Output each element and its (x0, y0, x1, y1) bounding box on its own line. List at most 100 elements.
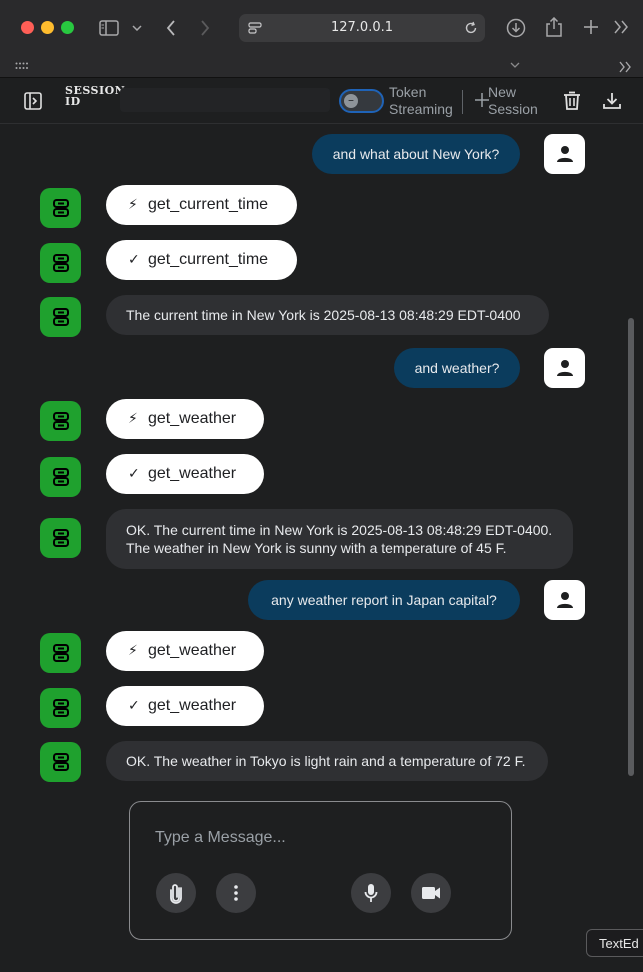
robot-icon (52, 468, 69, 486)
bot-avatar (40, 243, 81, 283)
microphone-button[interactable] (351, 873, 391, 913)
bot-avatar (40, 401, 81, 441)
message-text: OK. The current time in New York is 2025… (126, 522, 553, 556)
bot-avatar (40, 457, 81, 497)
microphone-icon (364, 884, 378, 902)
robot-icon (52, 412, 69, 430)
message-text: The current time in New York is 2025-08-… (126, 307, 521, 323)
user-avatar (544, 134, 585, 174)
robot-icon (52, 644, 69, 662)
more-options-button[interactable] (216, 873, 256, 913)
tool-call-bubble[interactable]: ⚡︎ get_weather (106, 399, 264, 439)
user-message-bubble: and what about New York? (312, 134, 520, 174)
share-icon[interactable] (543, 16, 565, 38)
bolt-icon: ⚡︎ (128, 197, 138, 213)
tool-result-bubble[interactable]: ✓ get_weather (106, 454, 264, 494)
message-text: get_weather (148, 465, 237, 482)
person-icon (556, 146, 573, 162)
forward-icon[interactable] (196, 18, 214, 38)
message-text: any weather report in Japan capital? (271, 592, 497, 608)
bot-avatar (40, 688, 81, 728)
message-text: get_current_time (148, 251, 269, 268)
url-text: 127.0.0.1 (330, 20, 394, 35)
person-icon (556, 592, 573, 608)
tool-result-bubble[interactable]: ✓ get_current_time (106, 240, 297, 280)
minimize-window-button[interactable] (41, 21, 54, 34)
bot-avatar (40, 742, 81, 782)
message-text: and weather? (414, 360, 500, 376)
toolbar-divider (462, 90, 463, 114)
tool-call-bubble[interactable]: ⚡︎ get_current_time (106, 185, 297, 225)
tool-call-bubble[interactable]: ⚡︎ get_weather (106, 631, 264, 671)
bolt-icon: ⚡︎ (128, 643, 138, 659)
bot-message-bubble: OK. The current time in New York is 2025… (106, 509, 573, 569)
close-window-button[interactable] (21, 21, 34, 34)
back-icon[interactable] (162, 18, 180, 38)
bot-avatar (40, 633, 81, 673)
token-streaming-line1: Token (389, 84, 427, 100)
tool-result-bubble[interactable]: ✓ get_weather (106, 686, 264, 726)
robot-icon (52, 699, 69, 717)
downloads-icon[interactable] (505, 17, 527, 39)
new-session-line1: New (488, 84, 517, 100)
message-input[interactable] (155, 827, 485, 849)
user-message-bubble: and weather? (394, 348, 520, 388)
chevron-down-icon[interactable] (508, 59, 522, 71)
message-text: get_current_time (148, 196, 269, 213)
robot-icon (52, 753, 69, 771)
robot-icon (52, 529, 69, 547)
video-camera-icon (422, 887, 440, 899)
new-tab-icon[interactable] (581, 17, 601, 37)
message-composer (129, 801, 512, 940)
person-icon (556, 360, 573, 376)
bot-avatar (40, 188, 81, 228)
grid-icon[interactable] (14, 60, 30, 72)
message-text: get_weather (148, 410, 237, 427)
attach-button[interactable] (156, 873, 196, 913)
chat-scrollbar-thumb[interactable] (628, 318, 634, 776)
more-bookmarks-icon[interactable] (616, 59, 634, 75)
new-session-button[interactable]: New Session (488, 84, 538, 118)
zoom-window-button[interactable] (61, 21, 74, 34)
tooltip: TextEd (586, 929, 643, 957)
paperclip-icon (170, 884, 182, 904)
reload-icon[interactable] (463, 20, 479, 36)
check-icon: ✓ (128, 466, 140, 482)
tab-overview-icon[interactable] (611, 17, 631, 37)
user-avatar (544, 348, 585, 388)
bot-message-bubble: The current time in New York is 2025-08-… (106, 295, 549, 335)
sidebar-icon[interactable] (22, 90, 44, 112)
robot-icon (52, 308, 69, 326)
robot-icon (52, 254, 69, 272)
session-id-label: SESSION ID (65, 85, 125, 107)
message-text: get_weather (148, 697, 237, 714)
message-text: get_weather (148, 642, 237, 659)
message-text: OK. The weather in Tokyo is light rain a… (126, 753, 526, 769)
session-id-value-redacted (120, 88, 330, 112)
trash-icon[interactable] (561, 90, 583, 112)
user-avatar (544, 580, 585, 620)
bolt-icon: ⚡︎ (128, 411, 138, 427)
user-message-bubble: any weather report in Japan capital? (248, 580, 520, 620)
check-icon: ✓ (128, 698, 140, 714)
browser-toolbar: 127.0.0.1 (0, 0, 643, 56)
check-icon: ✓ (128, 252, 140, 268)
camera-button[interactable] (411, 873, 451, 913)
new-session-line2: Session (488, 101, 538, 117)
more-vert-icon (234, 885, 238, 901)
bot-message-bubble: OK. The weather in Tokyo is light rain a… (106, 741, 548, 781)
robot-icon (52, 199, 69, 217)
sidebar-toggle-icon[interactable] (98, 18, 120, 38)
download-icon[interactable] (601, 90, 623, 112)
favorites-bar (0, 56, 643, 78)
bot-avatar (40, 297, 81, 337)
chevron-down-icon[interactable] (130, 20, 144, 36)
token-streaming-line2: Streaming (389, 101, 453, 117)
address-bar[interactable]: 127.0.0.1 (239, 14, 485, 42)
token-streaming-toggle[interactable]: – (339, 89, 384, 113)
toggle-knob: – (344, 94, 358, 108)
message-text: and what about New York? (332, 146, 500, 162)
token-streaming-label: Token Streaming (389, 84, 453, 118)
bot-avatar (40, 518, 81, 558)
session-label-line2: ID (65, 95, 81, 108)
